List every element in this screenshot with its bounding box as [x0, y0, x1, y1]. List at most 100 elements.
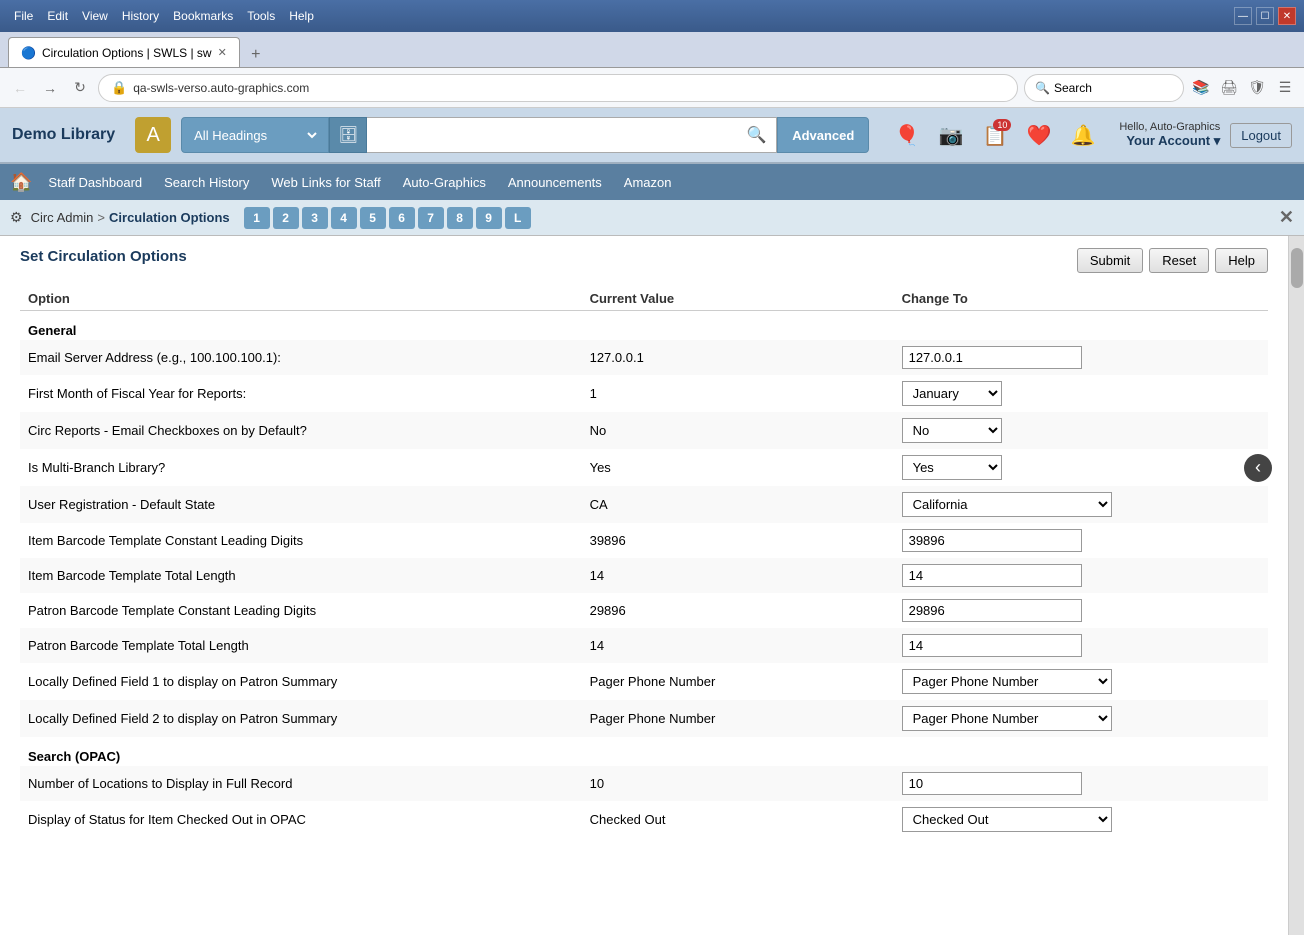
forward-btn[interactable]: → [38, 76, 62, 100]
page-tab-1[interactable]: 1 [244, 207, 270, 229]
current-value: 1 [582, 375, 894, 412]
breadcrumb-icon: ⚙ [10, 209, 23, 226]
logout-button[interactable]: Logout [1230, 123, 1292, 148]
change-to-cell: YesNo [894, 449, 1268, 486]
browser-menu[interactable]: FileEditViewHistoryBookmarksToolsHelp [8, 7, 320, 25]
page-tab-5[interactable]: 5 [360, 207, 386, 229]
collapse-sidebar-btn[interactable]: ‹ [1244, 454, 1272, 482]
advanced-button[interactable]: Advanced [777, 117, 869, 153]
search-input[interactable] [367, 117, 737, 153]
option-label: Patron Barcode Template Total Length [20, 628, 582, 663]
change-input[interactable] [902, 564, 1082, 587]
menu-item-view[interactable]: View [76, 7, 114, 25]
breadcrumb-parent[interactable]: Circ Admin [31, 210, 94, 225]
url-bar[interactable]: 🔒 qa-swls-verso.auto-graphics.com [98, 74, 1018, 102]
ext-icon[interactable]: 🛡 [1246, 77, 1268, 99]
menu-item-bookmarks[interactable]: Bookmarks [167, 7, 239, 25]
option-label: Item Barcode Template Total Length [20, 558, 582, 593]
close-btn[interactable]: ✕ [1278, 7, 1296, 25]
tab-close-icon[interactable]: ✕ [218, 46, 227, 59]
scroll-thumb[interactable] [1291, 248, 1303, 288]
db-icon[interactable]: 🗄 [329, 117, 367, 153]
nav-item-auto-graphics[interactable]: Auto-Graphics [393, 171, 496, 194]
menu-item-help[interactable]: Help [283, 7, 320, 25]
print-icon[interactable]: 🖨 [1218, 77, 1240, 99]
change-select[interactable]: NoYes [902, 418, 1002, 443]
current-value: 14 [582, 628, 894, 663]
change-to-cell: Pager Phone NumberField 1Field 2Field 3 [894, 700, 1268, 737]
menu-item-tools[interactable]: Tools [241, 7, 281, 25]
browser-search-bar[interactable]: 🔍 Search [1024, 74, 1184, 102]
page-tab-9[interactable]: 9 [476, 207, 502, 229]
nav-item-web-links-for-staff[interactable]: Web Links for Staff [261, 171, 390, 194]
change-select[interactable]: Pager Phone NumberField 1Field 2Field 3 [902, 669, 1112, 694]
page-tab-6[interactable]: 6 [389, 207, 415, 229]
table-row: Item Barcode Template Total Length14 [20, 558, 1268, 593]
menu-item-history[interactable]: History [116, 7, 165, 25]
list-icon[interactable]: 📋 10 [977, 117, 1013, 153]
address-icons: 📚 🖨 🛡 ☰ [1190, 77, 1296, 99]
option-label: First Month of Fiscal Year for Reports: [20, 375, 582, 412]
menu-item-file[interactable]: File [8, 7, 39, 25]
content-panel: Set Circulation Options Submit Reset Hel… [0, 236, 1288, 935]
table-row: Circ Reports - Email Checkboxes on by De… [20, 412, 1268, 449]
url-text: qa-swls-verso.auto-graphics.com [133, 81, 309, 95]
page-tab-L[interactable]: L [505, 207, 531, 229]
change-select[interactable]: Pager Phone NumberField 1Field 2Field 3 [902, 706, 1112, 731]
page-tab-8[interactable]: 8 [447, 207, 473, 229]
submit-button[interactable]: Submit [1077, 248, 1143, 273]
change-select[interactable]: YesNo [902, 455, 1002, 480]
table-row: Email Server Address (e.g., 100.100.100.… [20, 340, 1268, 375]
current-value: 29896 [582, 593, 894, 628]
page-title: Set Circulation Options [20, 248, 187, 265]
refresh-btn[interactable]: ↻ [68, 76, 92, 100]
change-to-cell: CaliforniaAlabamaAlaskaArizonaArkansasCo… [894, 486, 1268, 523]
reset-button[interactable]: Reset [1149, 248, 1209, 273]
change-input[interactable] [902, 529, 1082, 552]
page-tab-3[interactable]: 3 [302, 207, 328, 229]
pocket-icon[interactable]: 📚 [1190, 77, 1212, 99]
nav-item-amazon[interactable]: Amazon [614, 171, 682, 194]
browser-tab[interactable]: 🔵 Circulation Options | SWLS | sw ✕ [8, 37, 240, 67]
header-icons: 🎈 📷 📋 10 ❤️ 🔔 [889, 117, 1101, 153]
menu-icon[interactable]: ☰ [1274, 77, 1296, 99]
balloon-icon[interactable]: 🎈 [889, 117, 925, 153]
section-header-search-(opac): Search (OPAC) [20, 737, 1268, 766]
change-to-cell [894, 340, 1268, 375]
page-tab-7[interactable]: 7 [418, 207, 444, 229]
menu-item-edit[interactable]: Edit [41, 7, 74, 25]
nav-item-search-history[interactable]: Search History [154, 171, 259, 194]
breadcrumb-bar: ⚙ Circ Admin > Circulation Options 12345… [0, 200, 1304, 236]
heart-icon[interactable]: ❤️ [1021, 117, 1057, 153]
scrollbar[interactable] [1288, 236, 1304, 935]
new-tab-btn[interactable]: + [244, 43, 268, 67]
current-value: 39896 [582, 523, 894, 558]
current-value: Pager Phone Number [582, 663, 894, 700]
change-select[interactable]: JanuaryFebruaryMarchAprilMayJuneJulyAugu… [902, 381, 1002, 406]
window-controls[interactable]: — ☐ ✕ [1234, 7, 1296, 25]
your-account-link[interactable]: Your Account ▾ [1119, 133, 1220, 149]
nav-item-staff-dashboard[interactable]: Staff Dashboard [38, 171, 152, 194]
app-logo: A [135, 117, 171, 153]
heading-select[interactable]: All HeadingsTitleAuthorSubjectKeyword [190, 127, 320, 144]
bell-icon[interactable]: 🔔 [1065, 117, 1101, 153]
change-input[interactable] [902, 772, 1082, 795]
change-input[interactable] [902, 634, 1082, 657]
tab-favicon: 🔵 [21, 46, 36, 60]
page-tab-2[interactable]: 2 [273, 207, 299, 229]
change-select[interactable]: Checked OutOn LoanNot AvailableUnavailab… [902, 807, 1112, 832]
change-input[interactable] [902, 346, 1082, 369]
back-btn[interactable]: ← [8, 76, 32, 100]
help-button[interactable]: Help [1215, 248, 1268, 273]
search-button[interactable]: 🔍 [737, 117, 777, 153]
camera-icon[interactable]: 📷 [933, 117, 969, 153]
maximize-btn[interactable]: ☐ [1256, 7, 1274, 25]
change-input[interactable] [902, 599, 1082, 622]
minimize-btn[interactable]: — [1234, 7, 1252, 25]
panel-close-btn[interactable]: ✕ [1279, 207, 1294, 228]
home-icon[interactable]: 🏠 [10, 172, 32, 193]
nav-item-announcements[interactable]: Announcements [498, 171, 612, 194]
heading-select-wrapper: All HeadingsTitleAuthorSubjectKeyword [181, 117, 329, 153]
change-select[interactable]: CaliforniaAlabamaAlaskaArizonaArkansasCo… [902, 492, 1112, 517]
page-tab-4[interactable]: 4 [331, 207, 357, 229]
